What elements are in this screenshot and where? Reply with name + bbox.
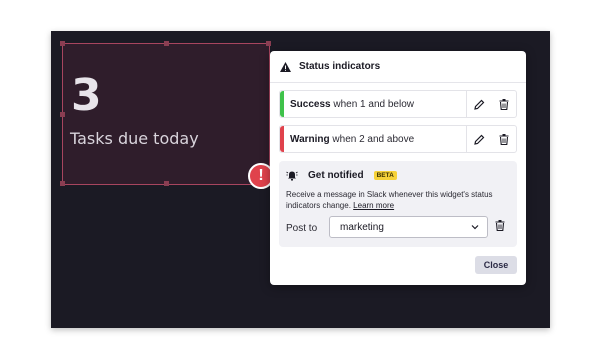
bell-icon — [286, 169, 298, 181]
rule-name: Warning — [290, 133, 330, 145]
trash-icon[interactable] — [499, 133, 509, 145]
edit-icon[interactable] — [474, 134, 485, 145]
rule-name: Success — [290, 98, 331, 110]
trash-icon[interactable] — [495, 220, 505, 231]
beta-badge: BETA — [373, 170, 397, 180]
rule-color-bar — [280, 126, 284, 152]
chevron-down-icon — [470, 222, 480, 232]
notify-header: Get notified BETA — [286, 169, 397, 181]
resize-handle-top-right[interactable] — [266, 41, 271, 46]
rule-condition: when 1 and below — [333, 98, 414, 110]
panel-title: Status indicators — [299, 61, 381, 72]
notify-title: Get notified — [308, 169, 364, 181]
resize-handle-left[interactable] — [60, 112, 65, 117]
get-notified-section: Get notified BETA Receive a message in S… — [279, 161, 517, 247]
edit-icon[interactable] — [474, 99, 485, 110]
rule-condition: when 2 and above — [332, 133, 415, 145]
resize-handle-top-left[interactable] — [60, 41, 65, 46]
warning-icon — [280, 61, 291, 72]
panel-header: Status indicators — [270, 51, 526, 83]
close-button[interactable]: Close — [475, 256, 517, 274]
post-to-label: Post to — [286, 223, 318, 234]
status-indicators-panel: Status indicators Success when 1 and bel… — [270, 51, 526, 285]
notify-description: Receive a message in Slack whenever this… — [286, 189, 506, 211]
resize-handle-top[interactable] — [164, 41, 169, 46]
rule-text: Success when 1 and below — [290, 99, 466, 110]
widget-value: 3 — [71, 70, 102, 121]
widget-label: Tasks due today — [70, 129, 199, 148]
rule-success: Success when 1 and below — [279, 90, 517, 118]
rule-warning: Warning when 2 and above — [279, 125, 517, 153]
trash-icon[interactable] — [499, 98, 509, 110]
rule-text: Warning when 2 and above — [290, 134, 466, 145]
resize-handle-bottom-left[interactable] — [60, 181, 65, 186]
channel-select[interactable]: marketing — [329, 216, 488, 238]
rule-color-bar — [280, 91, 284, 117]
resize-handle-bottom[interactable] — [164, 181, 169, 186]
rule-actions — [466, 91, 516, 117]
learn-more-link[interactable]: Learn more — [353, 201, 394, 210]
tasks-widget[interactable]: 3 Tasks due today — [60, 41, 271, 186]
rule-actions — [466, 126, 516, 152]
channel-value: marketing — [340, 221, 384, 233]
